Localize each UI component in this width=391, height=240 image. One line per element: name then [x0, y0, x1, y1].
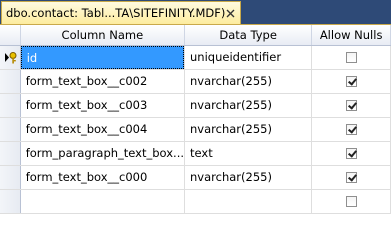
data-type-cell[interactable] — [184, 189, 313, 214]
document-tab-bar: dbo.contact: Tabl...TA\SITEFINITY.MDF) — [0, 0, 391, 24]
allow-nulls-checkbox[interactable] — [345, 100, 357, 111]
row-selector[interactable] — [0, 117, 21, 142]
column-name-cell[interactable]: form_text_box__c002 — [20, 69, 186, 94]
table-row[interactable]: id uniqueidentifier — [0, 45, 391, 70]
table-designer-grid: Column Name Data Type Allow Nulls id uniq… — [0, 24, 391, 214]
tab-title: dbo.contact: Tabl...TA\SITEFINITY.MDF) — [6, 6, 226, 20]
document-tab[interactable]: dbo.contact: Tabl...TA\SITEFINITY.MDF) — [1, 1, 241, 24]
row-selector[interactable] — [0, 141, 21, 166]
allow-nulls-checkbox[interactable] — [345, 172, 357, 183]
table-row[interactable]: form_paragraph_text_box... text — [0, 141, 391, 166]
allow-nulls-checkbox[interactable] — [345, 124, 357, 135]
table-row[interactable] — [0, 189, 391, 214]
column-name-cell[interactable]: form_paragraph_text_box... — [20, 141, 186, 166]
column-name-text: id — [20, 45, 184, 68]
row-selector[interactable] — [0, 189, 21, 214]
column-name-text: form_text_box__c000 — [25, 170, 148, 184]
table-row[interactable]: form_text_box__c002 nvarchar(255) — [0, 69, 391, 94]
allow-nulls-cell — [311, 93, 391, 118]
column-name-cell[interactable] — [20, 189, 186, 214]
column-header-name[interactable]: Column Name — [20, 25, 186, 46]
column-header-nulls[interactable]: Allow Nulls — [311, 25, 391, 46]
allow-nulls-cell — [311, 141, 391, 166]
data-type-cell[interactable]: text — [184, 141, 313, 166]
allow-nulls-cell — [311, 117, 391, 142]
allow-nulls-cell — [311, 189, 391, 214]
row-selector[interactable] — [0, 45, 21, 70]
column-name-text: form_text_box__c002 — [25, 74, 148, 88]
allow-nulls-cell — [311, 165, 391, 190]
columns-table: Column Name Data Type Allow Nulls id uniq… — [0, 25, 391, 214]
allow-nulls-cell — [311, 69, 391, 94]
column-name-cell[interactable]: form_text_box__c003 — [20, 93, 186, 118]
row-selector[interactable] — [0, 165, 21, 190]
allow-nulls-checkbox[interactable] — [345, 196, 357, 207]
allow-nulls-checkbox[interactable] — [345, 76, 357, 87]
allow-nulls-cell — [311, 45, 391, 70]
allow-nulls-checkbox[interactable] — [345, 148, 357, 159]
data-type-cell[interactable]: nvarchar(255) — [184, 117, 313, 142]
data-type-cell[interactable]: uniqueidentifier — [184, 45, 313, 70]
data-type-cell[interactable]: nvarchar(255) — [184, 69, 313, 94]
table-row[interactable]: form_text_box__c000 nvarchar(255) — [0, 165, 391, 190]
column-header-type[interactable]: Data Type — [184, 25, 313, 46]
column-name-text: form_text_box__c003 — [25, 98, 148, 112]
row-selector[interactable] — [0, 69, 21, 94]
column-name-cell[interactable]: form_text_box__c004 — [20, 117, 186, 142]
allow-nulls-checkbox[interactable] — [345, 52, 357, 63]
table-row[interactable]: form_text_box__c004 nvarchar(255) — [0, 117, 391, 142]
primary-key-icon — [5, 51, 17, 63]
data-type-cell[interactable]: nvarchar(255) — [184, 93, 313, 118]
row-selector[interactable] — [0, 93, 21, 118]
close-icon[interactable] — [225, 6, 236, 20]
data-type-cell[interactable]: nvarchar(255) — [184, 165, 313, 190]
column-name-cell[interactable]: id — [20, 45, 186, 70]
row-header-corner — [0, 25, 21, 46]
column-name-text: form_paragraph_text_box... — [25, 146, 185, 160]
column-name-text: form_text_box__c004 — [25, 122, 148, 136]
column-name-cell[interactable]: form_text_box__c000 — [20, 165, 186, 190]
table-row[interactable]: form_text_box__c003 nvarchar(255) — [0, 93, 391, 118]
